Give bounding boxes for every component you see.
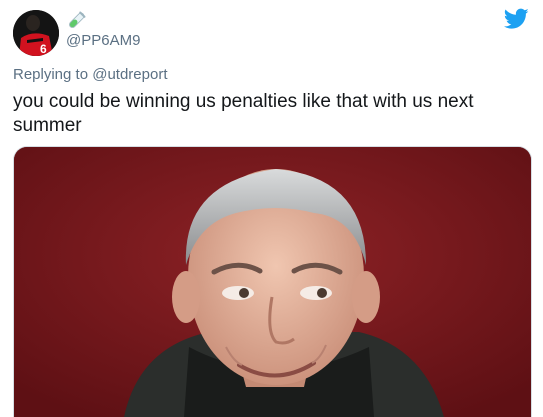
tweet-text: you could be winning us penalties like t… xyxy=(13,91,474,136)
test-tube-emoji-icon xyxy=(69,11,86,28)
tweet-photo[interactable] xyxy=(13,146,532,417)
photo-man-smiling xyxy=(14,147,531,417)
replying-to-mention[interactable]: @utdreport xyxy=(92,66,167,83)
avatar[interactable]: 6 xyxy=(13,10,59,56)
svg-text:6: 6 xyxy=(40,42,47,56)
author-handle[interactable]: @PP6AM9 xyxy=(66,32,140,49)
tweet-card: 6 @PP6AM9 Replying to @utdreport you cou… xyxy=(0,0,543,417)
replying-prefix: Replying to xyxy=(13,66,93,83)
twitter-bird-icon[interactable] xyxy=(504,8,529,30)
avatar-image: 6 xyxy=(13,10,59,56)
replying-to: Replying to @utdreport xyxy=(13,66,167,83)
